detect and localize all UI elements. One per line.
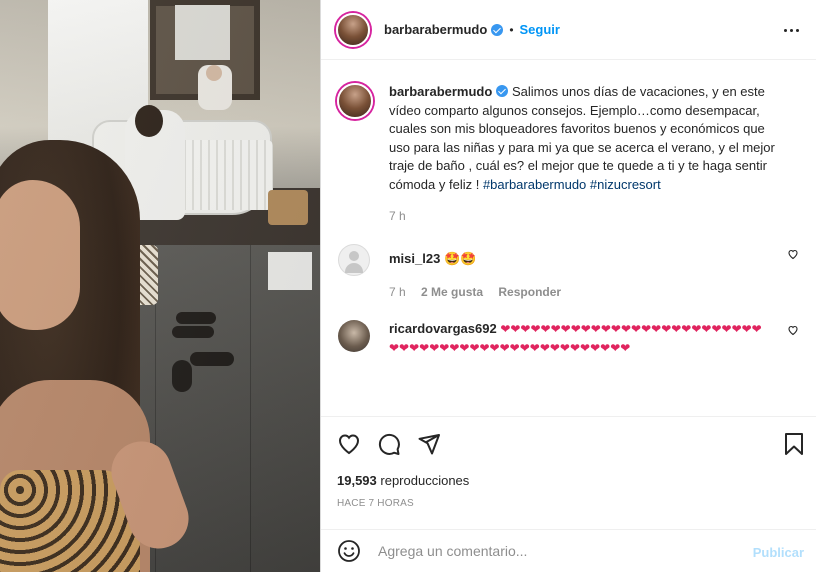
avatar[interactable] bbox=[337, 83, 373, 119]
follow-button[interactable]: Seguir bbox=[520, 22, 560, 37]
comment-text: misi_l23 🤩🤩 bbox=[389, 244, 769, 269]
comment-item: misi_l23 🤩🤩 bbox=[337, 244, 801, 276]
caption: barbarabermudo Salimos unos días de vaca… bbox=[337, 61, 801, 194]
comment-likes[interactable]: 2 Me gusta bbox=[421, 285, 483, 299]
smiley-icon[interactable] bbox=[337, 539, 361, 563]
verified-badge-icon bbox=[496, 85, 509, 97]
hashtag-link[interactable]: #barbarabermudo bbox=[483, 177, 586, 192]
heart-icon[interactable] bbox=[787, 324, 799, 336]
separator-dot: • bbox=[509, 22, 514, 37]
add-comment-bar: Publicar bbox=[321, 529, 816, 572]
comment-meta: 7 h 2 Me gusta Responder bbox=[389, 285, 801, 299]
header-username[interactable]: barbarabermudo bbox=[384, 22, 487, 37]
bookmark-icon[interactable] bbox=[783, 432, 805, 456]
comment-time[interactable]: 7 h bbox=[389, 285, 406, 299]
caption-body: Salimos unos días de vacaciones, y en es… bbox=[389, 84, 775, 192]
post-time[interactable]: HACE 7 HORAS bbox=[337, 498, 414, 509]
heart-icon[interactable] bbox=[337, 432, 361, 456]
comment-text: ricardovargas692 ❤❤❤❤❤❤❤❤❤❤❤❤❤❤❤❤❤❤❤❤❤❤❤… bbox=[389, 320, 769, 357]
views-number: 19,593 bbox=[337, 473, 377, 488]
comments-list[interactable]: barbarabermudo Salimos unos días de vaca… bbox=[321, 61, 816, 416]
heart-icon[interactable] bbox=[787, 248, 799, 260]
comment-item: ricardovargas692 ❤❤❤❤❤❤❤❤❤❤❤❤❤❤❤❤❤❤❤❤❤❤❤… bbox=[337, 320, 801, 357]
views-count[interactable]: 19,593 reproducciones bbox=[337, 473, 469, 488]
hashtag-link[interactable]: #nizucresort bbox=[590, 177, 661, 192]
reply-button[interactable]: Responder bbox=[498, 285, 561, 299]
avatar[interactable] bbox=[338, 320, 370, 352]
avatar[interactable] bbox=[338, 244, 370, 276]
comment-icon[interactable] bbox=[377, 432, 401, 456]
share-icon[interactable] bbox=[417, 432, 441, 456]
views-label: reproducciones bbox=[380, 473, 470, 488]
action-bar bbox=[321, 416, 816, 473]
more-options-icon[interactable] bbox=[783, 22, 801, 38]
post-video[interactable] bbox=[0, 0, 320, 572]
publish-button[interactable]: Publicar bbox=[753, 545, 804, 560]
post-header: barbarabermudo • Seguir bbox=[321, 0, 816, 60]
post-panel: barbarabermudo • Seguir barbarabermudo S… bbox=[320, 0, 816, 572]
comment-input[interactable] bbox=[378, 543, 738, 559]
comment-username[interactable]: misi_l23 bbox=[389, 251, 440, 266]
comment-body: 🤩🤩 bbox=[443, 251, 477, 266]
verified-badge-icon bbox=[491, 23, 504, 36]
caption-time[interactable]: 7 h bbox=[389, 209, 406, 223]
avatar[interactable] bbox=[336, 12, 370, 47]
caption-username[interactable]: barbarabermudo bbox=[389, 84, 492, 99]
caption-meta: 7 h bbox=[389, 209, 801, 223]
caption-text: barbarabermudo Salimos unos días de vaca… bbox=[389, 83, 789, 194]
comment-username[interactable]: ricardovargas692 bbox=[389, 321, 497, 336]
